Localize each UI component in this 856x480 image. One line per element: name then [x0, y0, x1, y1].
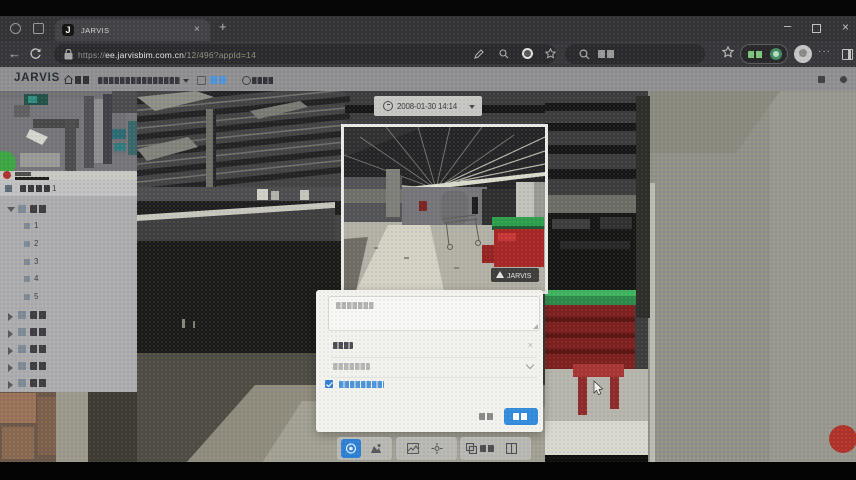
svg-text:JARVIS: JARVIS	[507, 273, 532, 280]
